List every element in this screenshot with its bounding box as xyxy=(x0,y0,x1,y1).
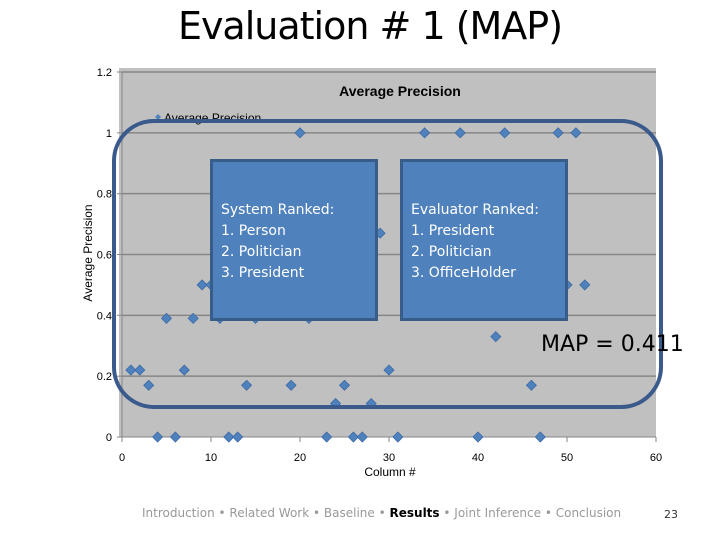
y-tick-label: 0.8 xyxy=(97,189,112,201)
y-tick-label: 0.6 xyxy=(97,250,112,262)
x-tick-label: 40 xyxy=(472,452,484,464)
system-ranked-box: System Ranked: 1. Person 2. Politician 3… xyxy=(210,159,378,321)
evaluator-ranked-item: 2. Politician xyxy=(411,244,492,260)
footer-item: Baseline xyxy=(323,506,375,520)
x-tick-label: 10 xyxy=(205,452,217,464)
y-axis-label: Average Precision xyxy=(81,204,95,301)
footer-item: Joint Inference xyxy=(454,506,542,520)
footer-separator: • xyxy=(439,506,455,520)
page-number: 23 xyxy=(664,508,678,521)
y-tick-label: 1 xyxy=(106,128,112,140)
x-tick-label: 50 xyxy=(561,452,573,464)
evaluator-ranked-item: 1. President xyxy=(411,223,495,239)
footer-separator: • xyxy=(309,506,324,520)
footer-separator: • xyxy=(214,506,230,520)
evaluator-ranked-box: Evaluator Ranked: 1. President 2. Politi… xyxy=(400,159,568,321)
footer-item: Conclusion xyxy=(555,506,622,520)
x-tick-label: 20 xyxy=(294,452,306,464)
y-tick-label: 0 xyxy=(106,432,112,444)
footer-item: Introduction xyxy=(142,506,215,520)
map-value: MAP = 0.411 xyxy=(541,332,684,357)
system-ranked-item: 1. Person xyxy=(221,223,286,239)
y-tick-label: 0.2 xyxy=(97,371,112,383)
system-ranked-item: 2. Politician xyxy=(221,244,302,260)
x-tick-label: 0 xyxy=(119,452,125,464)
footer-item: Results xyxy=(389,506,440,520)
evaluator-ranked-heading: Evaluator Ranked: xyxy=(411,202,540,218)
system-ranked-heading: System Ranked: xyxy=(221,202,335,218)
y-tick-label: 0.4 xyxy=(97,310,112,322)
footer-item: Related Work xyxy=(229,506,310,520)
chart-title: Average Precision xyxy=(339,83,461,99)
x-tick-label: 60 xyxy=(650,452,662,464)
evaluator-ranked-item: 3. OfficeHolder xyxy=(411,265,516,281)
system-ranked-item: 3. President xyxy=(221,265,305,281)
x-axis-label: Column # xyxy=(364,465,416,479)
footer-nav: Introduction • Related Work • Baseline •… xyxy=(142,506,621,520)
x-tick-label: 30 xyxy=(383,452,395,464)
footer-separator: • xyxy=(374,506,390,520)
footer-separator: • xyxy=(541,506,556,520)
y-tick-label: 1.2 xyxy=(97,67,112,79)
